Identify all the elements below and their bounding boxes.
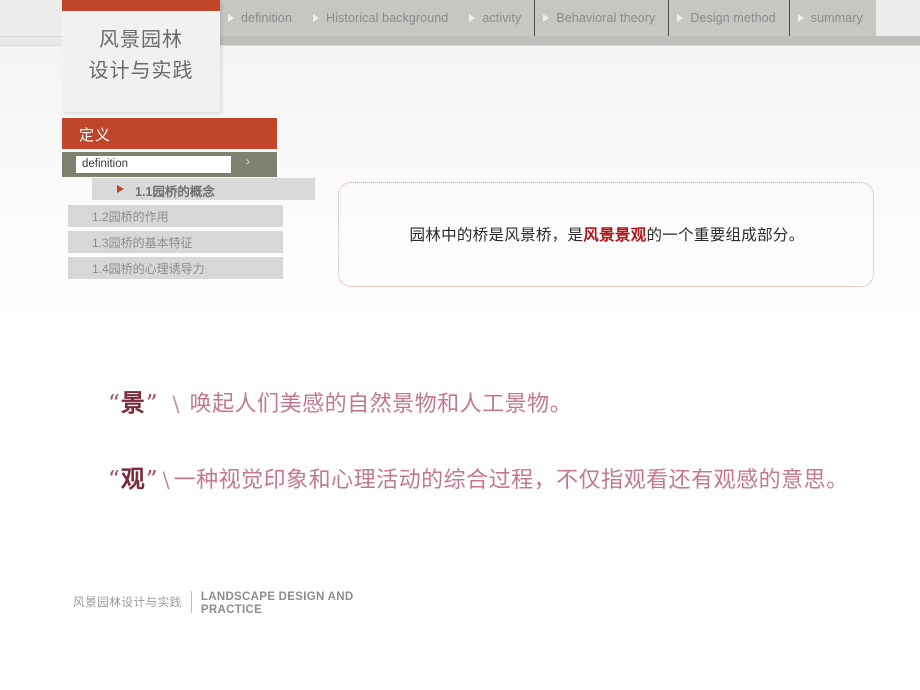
nav-item-label: activity (482, 11, 522, 25)
body-line-1-quote-open: “ (108, 391, 121, 417)
nav-item-behavioral-theory[interactable]: Behavioral theory (535, 0, 668, 36)
body-line-2-keyword: 观 (120, 464, 146, 493)
title-card-text: 风景园林 设计与实践 (62, 24, 220, 86)
sidebar-item-label: 1.4园桥的心理诱导力 (92, 262, 205, 276)
body-line-1-slash: \ (172, 392, 180, 416)
sidebar-item-label: 1.2园桥的作用 (92, 210, 169, 224)
nav-item-definition[interactable]: definition (220, 0, 305, 36)
title-card: 风景园林 设计与实践 (62, 0, 220, 112)
callout-box: 园林中的桥是风景桥，是风景景观的一个重要组成部分。 (338, 182, 874, 287)
search-input[interactable]: definition (76, 156, 231, 173)
sidebar-item-label: 1.1园桥的概念 (135, 185, 215, 199)
sidebar-search-bar: definition › (62, 152, 277, 177)
footer-divider (190, 591, 192, 613)
body-line-1-keyword: 景 (120, 388, 146, 417)
title-card-line-2: 设计与实践 (88, 58, 194, 82)
title-card-accent-bar (62, 0, 220, 11)
triangle-right-icon (469, 14, 476, 22)
nav-item-design-method[interactable]: Design method (669, 0, 788, 36)
nav-group-primary: definition Historical background activit… (220, 0, 536, 36)
triangle-right-icon (228, 14, 234, 22)
top-navigation: definition Historical background activit… (220, 0, 920, 45)
sidebar-item-1-1[interactable]: 1.1园桥的概念 (92, 178, 315, 200)
nav-underband (220, 36, 920, 45)
sidebar-item-1-3[interactable]: 1.3园桥的基本特征 (68, 231, 283, 253)
sidebar-item-label: 1.3园桥的基本特征 (92, 236, 193, 250)
nav-item-label: definition (241, 11, 293, 25)
sidebar-section-title: 定义 (62, 118, 277, 149)
nav-group-secondary: Behavioral theory Design method summary (535, 0, 876, 36)
nav-item-summary[interactable]: summary (790, 0, 876, 36)
slide-canvas: definition Historical background activit… (0, 0, 920, 690)
sidebar-item-1-2[interactable]: 1.2园桥的作用 (68, 205, 283, 227)
nav-item-activity[interactable]: activity (461, 0, 534, 36)
footer: 风景园林设计与实践 LANDSCAPE DESIGN AND PRACTICE (73, 591, 361, 617)
triangle-right-icon (677, 14, 684, 22)
triangle-right-icon (117, 185, 124, 193)
nav-item-label: Behavioral theory (556, 11, 656, 25)
callout-text-after: 的一个重要组成部分。 (646, 226, 805, 244)
search-input-value: definition (82, 158, 129, 170)
triangle-right-icon (543, 14, 550, 22)
body-line-1-text: 唤起人们美感的自然景物和人工景物。 (189, 392, 573, 417)
sidebar-item-1-4[interactable]: 1.4园桥的心理诱导力 (68, 257, 283, 279)
body-line-2-slash: \ (162, 468, 170, 492)
footer-chinese-label: 风景园林设计与实践 (73, 595, 182, 609)
footer-english-label: LANDSCAPE DESIGN AND PRACTICE (200, 591, 354, 616)
title-card-line-1: 风景园林 (99, 27, 183, 51)
body-line-1-quote-close: ” (145, 391, 159, 417)
nav-item-label: Design method (690, 11, 776, 25)
callout-text-highlight: 风景景观 (583, 225, 647, 244)
body-line-2: “观” \ 一种视觉印象和心理活动的综合过程，不仅指观看还有观感的意思。 (108, 459, 849, 494)
sidebar-section-title-label: 定义 (79, 126, 112, 144)
nav-item-historical-background[interactable]: Historical background (305, 0, 461, 36)
body-line-2-text: 一种视觉印象和心理活动的综合过程，不仅指观看还有观感的意思。 (173, 468, 849, 493)
callout-text: 园林中的桥是风景桥，是风景景观的一个重要组成部分。 (339, 223, 875, 245)
callout-text-before: 园林中的桥是风景桥，是 (409, 226, 584, 244)
nav-row: definition Historical background activit… (220, 0, 920, 36)
nav-item-label: summary (810, 11, 863, 25)
chevron-right-icon[interactable]: › (245, 154, 251, 170)
nav-item-label: Historical background (326, 11, 449, 25)
body-line-2-quote-open: “ (108, 467, 121, 493)
body-line-1: “景” \ 唤起人们美感的自然景物和人工景物。 (108, 383, 572, 418)
triangle-right-icon (313, 14, 320, 22)
triangle-right-icon (797, 14, 804, 22)
body-line-2-quote-close: ” (145, 467, 159, 493)
